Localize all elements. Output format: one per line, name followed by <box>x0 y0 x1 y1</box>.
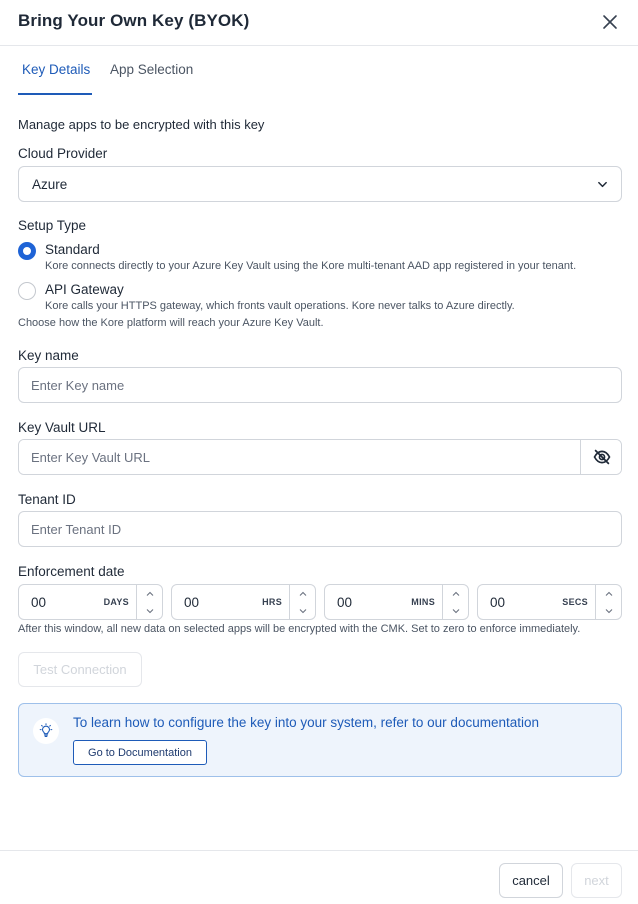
radio-api-gateway-label: API Gateway <box>45 282 124 297</box>
modal-header: Bring Your Own Key (BYOK) <box>0 0 638 46</box>
chevron-up-icon <box>605 591 613 596</box>
hours-increment-button[interactable] <box>290 585 315 602</box>
radio-api-gateway[interactable] <box>18 282 36 300</box>
next-button[interactable]: next <box>571 863 622 898</box>
key-vault-url-label: Key Vault URL <box>18 420 106 435</box>
lightbulb-icon <box>33 718 59 744</box>
cancel-button[interactable]: cancel <box>499 863 563 898</box>
chevron-down-icon <box>598 181 607 188</box>
radio-api-gateway-help: Kore calls your HTTPS gateway, which fro… <box>45 300 515 312</box>
cloud-provider-select[interactable]: Azure <box>18 166 622 202</box>
days-unit: DAYS <box>103 597 129 607</box>
setup-type-label: Setup Type <box>18 218 87 233</box>
days-decrement-button[interactable] <box>137 602 162 619</box>
seconds-increment-button[interactable] <box>596 585 621 602</box>
radio-standard-help: Kore connects directly to your Azure Key… <box>45 260 577 272</box>
modal-footer: cancel next <box>0 850 638 904</box>
cloud-provider-label: Cloud Provider <box>18 146 108 161</box>
seconds-stepper-buttons <box>595 585 621 619</box>
minutes-unit: MINS <box>411 597 435 607</box>
hours-stepper-buttons <box>289 585 315 619</box>
chevron-down-icon <box>452 608 460 613</box>
chevron-down-icon <box>605 608 613 613</box>
enforcement-date-label: Enforcement date <box>18 564 125 579</box>
hours-value[interactable]: 00 <box>184 595 199 610</box>
section-description: Manage apps to be encrypted with this ke… <box>18 117 265 132</box>
days-stepper-buttons <box>136 585 162 619</box>
minutes-value[interactable]: 00 <box>337 595 352 610</box>
minutes-decrement-button[interactable] <box>443 602 468 619</box>
minutes-increment-button[interactable] <box>443 585 468 602</box>
key-name-label: Key name <box>18 348 79 363</box>
documentation-info-box: To learn how to configure the key into y… <box>18 703 622 777</box>
days-increment-button[interactable] <box>137 585 162 602</box>
radio-standard[interactable] <box>18 242 36 260</box>
info-text: To learn how to configure the key into y… <box>73 715 539 730</box>
tenant-id-label: Tenant ID <box>18 492 76 507</box>
enforcement-hint: After this window, all new data on selec… <box>18 623 581 635</box>
seconds-unit: SECS <box>562 597 588 607</box>
hours-decrement-button[interactable] <box>290 602 315 619</box>
chevron-up-icon <box>452 591 460 596</box>
chevron-up-icon <box>299 591 307 596</box>
hours-unit: HRS <box>262 597 282 607</box>
tenant-id-input[interactable] <box>18 511 622 547</box>
byok-modal: Bring Your Own Key (BYOK) Key Details Ap… <box>0 0 638 904</box>
seconds-value[interactable]: 00 <box>490 595 505 610</box>
days-stepper[interactable]: 00 DAYS <box>18 584 163 620</box>
test-connection-button[interactable]: Test Connection <box>18 652 142 687</box>
chevron-down-icon <box>146 608 154 613</box>
hours-stepper[interactable]: 00 HRS <box>171 584 316 620</box>
setup-type-hint: Choose how the Kore platform will reach … <box>18 317 324 329</box>
close-icon <box>603 15 617 29</box>
seconds-decrement-button[interactable] <box>596 602 621 619</box>
go-to-documentation-button[interactable]: Go to Documentation <box>73 740 207 765</box>
chevron-down-icon <box>299 608 307 613</box>
cloud-provider-value: Azure <box>32 177 68 192</box>
radio-standard-label: Standard <box>45 242 100 257</box>
days-value[interactable]: 00 <box>31 595 46 610</box>
toggle-visibility-button[interactable] <box>580 440 621 474</box>
tab-key-details[interactable]: Key Details <box>18 62 92 95</box>
seconds-stepper[interactable]: 00 SECS <box>477 584 622 620</box>
key-name-input[interactable] <box>18 367 622 403</box>
close-button[interactable] <box>598 10 622 34</box>
key-vault-url-input[interactable] <box>19 440 580 474</box>
key-vault-url-group <box>18 439 622 475</box>
minutes-stepper[interactable]: 00 MINS <box>324 584 469 620</box>
minutes-stepper-buttons <box>442 585 468 619</box>
eye-off-icon <box>593 449 610 465</box>
chevron-up-icon <box>146 591 154 596</box>
tab-app-selection[interactable]: App Selection <box>110 62 193 95</box>
modal-title: Bring Your Own Key (BYOK) <box>18 11 250 30</box>
